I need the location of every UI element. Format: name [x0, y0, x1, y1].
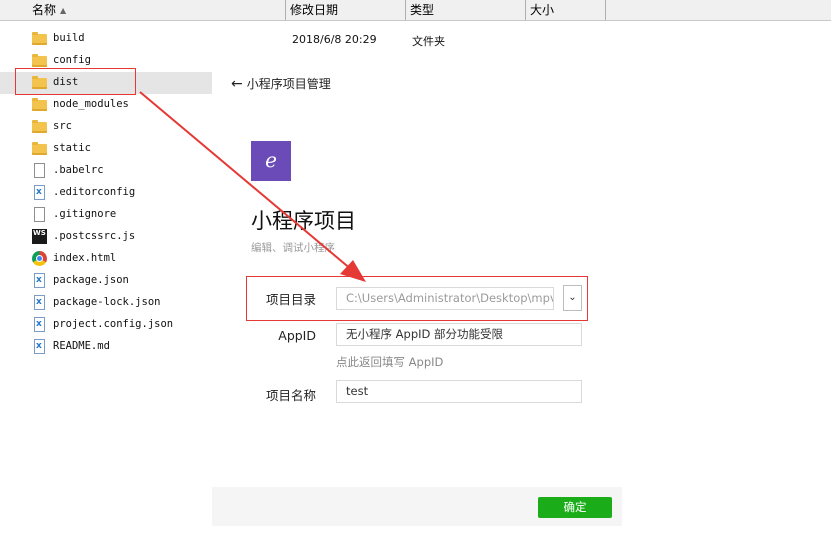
file-name: node_modules [53, 98, 129, 110]
page-subtitle: 编辑、调试小程序 [251, 242, 335, 254]
column-name[interactable]: 名称 ▲ [28, 0, 286, 20]
column-type-label: 类型 [410, 3, 435, 17]
vscode-file-icon [32, 339, 48, 355]
page-title: 小程序项目 [251, 209, 356, 233]
appid-hint-link[interactable]: 点此返回填写 AppID [336, 354, 443, 370]
column-date-label: 修改日期 [290, 3, 339, 17]
file-row-postcssrc-js[interactable]: WS .postcssrc.js [0, 226, 212, 248]
sort-up-icon: ▲ [60, 6, 67, 15]
file-name: .gitignore [53, 208, 117, 220]
column-date[interactable]: 修改日期 [286, 0, 406, 20]
file-icon [32, 207, 48, 223]
back-link[interactable]: ← 小程序项目管理 [231, 75, 331, 92]
file-icon [32, 163, 48, 179]
chrome-file-icon [32, 251, 48, 267]
file-name: README.md [53, 340, 110, 352]
appid-input[interactable]: 无小程序 AppID 部分功能受限 [336, 323, 582, 346]
folder-icon [32, 141, 48, 157]
project-name-input[interactable]: test [336, 380, 582, 403]
column-size-label: 大小 [530, 3, 555, 17]
file-name: build [53, 32, 85, 44]
file-row-build[interactable]: build [0, 28, 212, 50]
file-type: 文件夹 [412, 35, 445, 48]
file-name: .editorconfig [53, 186, 136, 198]
file-row-readme-md[interactable]: README.md [0, 336, 212, 358]
file-row-babelrc[interactable]: .babelrc [0, 160, 212, 182]
folder-icon [32, 119, 48, 135]
file-name: index.html [53, 252, 117, 264]
file-name: static [53, 142, 91, 154]
file-row-editorconfig[interactable]: .editorconfig [0, 182, 212, 204]
file-row-project-config-json[interactable]: project.config.json [0, 314, 212, 336]
file-row-index-html[interactable]: index.html [0, 248, 212, 270]
file-row-package-lock-json[interactable]: package-lock.json [0, 292, 212, 314]
vscode-file-icon [32, 273, 48, 289]
webstorm-file-icon: WS [32, 229, 48, 245]
column-type[interactable]: 类型 [406, 0, 526, 20]
file-name: package.json [53, 274, 129, 286]
back-label: 小程序项目管理 [246, 77, 331, 91]
column-name-label: 名称 [32, 3, 57, 17]
file-row-src[interactable]: src [0, 116, 212, 138]
file-row-package-json[interactable]: package.json [0, 270, 212, 292]
folder-icon [32, 53, 48, 69]
confirm-button[interactable]: 确定 [538, 497, 612, 518]
file-name: .babelrc [53, 164, 104, 176]
dir-highlight-box [246, 276, 588, 321]
file-name: src [53, 120, 72, 132]
file-name: config [53, 54, 91, 66]
file-name: package-lock.json [53, 296, 161, 308]
vscode-file-icon [32, 295, 48, 311]
vscode-file-icon [32, 185, 48, 201]
dist-highlight-box [15, 68, 136, 95]
appid-label: AppID [278, 328, 316, 343]
file-name: .postcssrc.js [53, 230, 136, 242]
mini-program-logo-icon: ℯ [251, 141, 291, 181]
file-row-node-modules[interactable]: node_modules [0, 94, 212, 116]
arrow-left-icon: ← [231, 76, 243, 92]
vscode-file-icon [32, 317, 48, 333]
folder-icon [32, 97, 48, 113]
file-name: project.config.json [53, 318, 174, 330]
column-header-bar: 名称 ▲ 修改日期 类型 大小 [0, 0, 831, 21]
file-row-gitignore[interactable]: .gitignore [0, 204, 212, 226]
project-name-label: 项目名称 [265, 388, 316, 403]
file-row-static[interactable]: static [0, 138, 212, 160]
column-size[interactable]: 大小 [526, 0, 606, 20]
file-date: 2018/6/8 20:29 [292, 33, 377, 46]
folder-icon [32, 31, 48, 47]
